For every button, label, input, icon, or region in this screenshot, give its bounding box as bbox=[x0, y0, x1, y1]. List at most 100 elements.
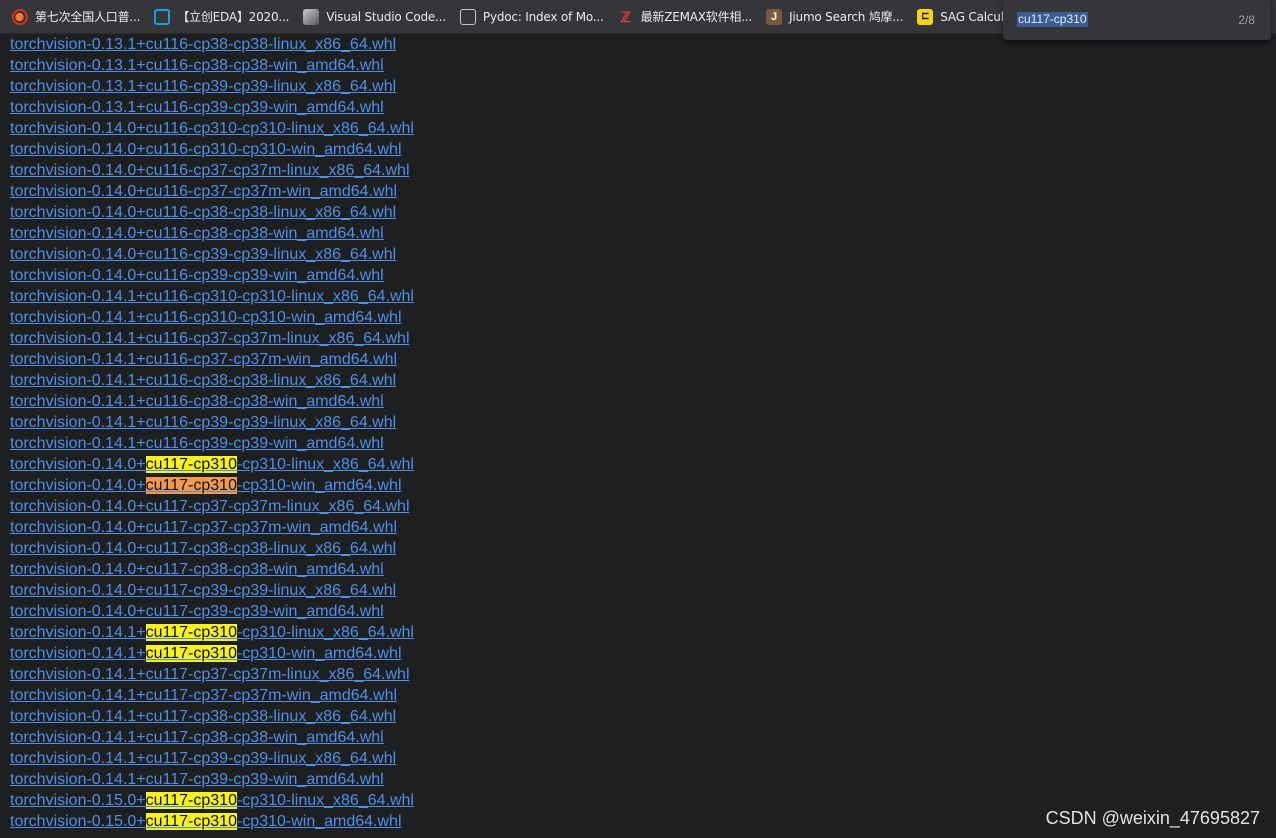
link-text: torchvision-0.14.1+cu116-cp37-cp37m-linu… bbox=[10, 330, 410, 347]
link-text: torchvision-0.14.0+cu116-cp38-cp38-win_a… bbox=[10, 225, 384, 242]
link-text: torchvision-0.14.0+cu116-cp39-cp39-linux… bbox=[10, 246, 397, 263]
list-item: torchvision-0.14.1+cu116-cp310-cp310-win… bbox=[10, 307, 414, 328]
file-link[interactable]: torchvision-0.14.0+cu116-cp37-cp37m-linu… bbox=[10, 162, 410, 179]
file-link[interactable]: torchvision-0.14.1+cu116-cp39-cp39-win_a… bbox=[10, 435, 384, 452]
bookmark-label: 【立创EDA】2020... bbox=[177, 10, 290, 24]
file-link[interactable]: torchvision-0.14.1+cu116-cp38-cp38-linux… bbox=[10, 372, 396, 389]
file-link[interactable]: torchvision-0.14.1+cu117-cp310-cp310-lin… bbox=[10, 624, 414, 641]
document-icon bbox=[459, 8, 476, 25]
file-link[interactable]: torchvision-0.14.0+cu117-cp37-cp37m-win_… bbox=[10, 519, 397, 536]
file-link[interactable]: torchvision-0.14.0+cu117-cp38-cp38-win_a… bbox=[10, 561, 384, 578]
list-item: torchvision-0.14.1+cu117-cp37-cp37m-linu… bbox=[10, 664, 414, 685]
list-item: torchvision-0.14.0+cu117-cp39-cp39-linux… bbox=[10, 580, 414, 601]
file-link[interactable]: torchvision-0.14.0+cu116-cp310-cp310-lin… bbox=[10, 120, 414, 137]
file-link[interactable]: torchvision-0.13.1+cu116-cp39-cp39-win_a… bbox=[10, 99, 384, 116]
file-link[interactable]: torchvision-0.14.0+cu117-cp39-cp39-win_a… bbox=[10, 603, 384, 620]
file-link[interactable]: torchvision-0.14.1+cu117-cp37-cp37m-linu… bbox=[10, 666, 410, 683]
active-search-match: cu117-cp310 bbox=[145, 477, 237, 494]
file-link[interactable]: torchvision-0.14.1+cu117-cp38-cp38-win_a… bbox=[10, 729, 384, 746]
list-item: torchvision-0.13.1+cu116-cp38-cp38-linux… bbox=[10, 34, 414, 55]
file-link[interactable]: torchvision-0.14.0+cu117-cp310-cp310-win… bbox=[10, 477, 402, 494]
file-link[interactable]: torchvision-0.14.0+cu117-cp310-cp310-lin… bbox=[10, 456, 414, 473]
file-link[interactable]: torchvision-0.14.1+cu117-cp39-cp39-linux… bbox=[10, 750, 396, 767]
bookmark-lceda[interactable]: 【立创EDA】2020... bbox=[154, 0, 289, 34]
list-item: torchvision-0.14.1+cu117-cp39-cp39-linux… bbox=[10, 748, 414, 769]
file-link[interactable]: torchvision-0.14.1+cu116-cp37-cp37m-win_… bbox=[10, 351, 397, 368]
link-text: torchvision-0.14.1+cu116-cp38-cp38-linux… bbox=[10, 372, 397, 389]
bookmark-census[interactable]: 第七次全国人口普... bbox=[12, 0, 140, 34]
list-item: torchvision-0.14.1+cu117-cp38-cp38-linux… bbox=[10, 706, 414, 727]
find-in-page-bar: cu117-cp310 2/8 bbox=[1003, 0, 1271, 40]
file-link[interactable]: torchvision-0.14.0+cu117-cp39-cp39-linux… bbox=[10, 582, 396, 599]
file-link[interactable]: torchvision-0.15.0+cu117-cp310-cp310-win… bbox=[10, 813, 402, 830]
link-text: torchvision-0.14.0+cu116-cp38-cp38-linux… bbox=[10, 204, 397, 221]
link-text: torchvision-0.14.1+cu116-cp310-cp310-win… bbox=[10, 309, 402, 326]
file-link[interactable]: torchvision-0.14.0+cu116-cp38-cp38-linux… bbox=[10, 204, 396, 221]
file-link[interactable]: torchvision-0.14.1+cu117-cp37-cp37m-win_… bbox=[10, 687, 397, 704]
list-item: torchvision-0.14.0+cu117-cp38-cp38-linux… bbox=[10, 538, 414, 559]
link-text: torchvision-0.14.1+cu117-cp37-cp37m-linu… bbox=[10, 666, 410, 683]
list-item: torchvision-0.14.1+cu116-cp37-cp37m-win_… bbox=[10, 349, 414, 370]
link-text: torchvision-0.14.1+cu117-cp38-cp38-linux… bbox=[10, 708, 397, 725]
file-link[interactable]: torchvision-0.15.0+cu117-cp310-cp310-lin… bbox=[10, 792, 414, 809]
red-flower-icon bbox=[12, 8, 28, 25]
link-text: torchvision-0.14.0+cu116-cp37-cp37m-win_… bbox=[10, 183, 398, 200]
link-text: torchvision-0.13.1+cu116-cp38-cp38-linux… bbox=[10, 36, 397, 53]
list-item: torchvision-0.14.0+cu116-cp37-cp37m-linu… bbox=[10, 160, 414, 181]
list-item: torchvision-0.15.0+cu117-cp310-cp310-win… bbox=[10, 811, 414, 832]
link-text: torchvision-0.14.0+cu116-cp37-cp37m-linu… bbox=[10, 162, 410, 179]
list-item: torchvision-0.14.1+cu117-cp37-cp37m-win_… bbox=[10, 685, 414, 706]
list-item: torchvision-0.14.1+cu117-cp39-cp39-win_a… bbox=[10, 769, 414, 790]
bookmark-pydoc[interactable]: Pydoc: Index of Mo... bbox=[459, 0, 604, 34]
list-item: torchvision-0.14.0+cu116-cp38-cp38-linux… bbox=[10, 202, 414, 223]
search-match: cu117-cp310 bbox=[145, 624, 237, 641]
list-item: torchvision-0.14.1+cu117-cp38-cp38-win_a… bbox=[10, 727, 414, 748]
file-link[interactable]: torchvision-0.14.0+cu117-cp38-cp38-linux… bbox=[10, 540, 396, 557]
bookmark-vscode[interactable]: Visual Studio Code... bbox=[303, 0, 446, 34]
list-item: torchvision-0.14.1+cu117-cp310-cp310-lin… bbox=[10, 622, 414, 643]
file-link[interactable]: torchvision-0.14.0+cu116-cp310-cp310-win… bbox=[10, 141, 402, 158]
list-item: torchvision-0.14.1+cu117-cp310-cp310-win… bbox=[10, 643, 414, 664]
link-text: torchvision-0.14.0+cu116-cp310-cp310-win… bbox=[10, 141, 402, 158]
file-link[interactable]: torchvision-0.14.1+cu116-cp310-cp310-lin… bbox=[10, 288, 414, 305]
file-link[interactable]: torchvision-0.14.0+cu116-cp38-cp38-win_a… bbox=[10, 225, 384, 242]
link-text: torchvision-0.14.0+cu116-cp310-cp310-lin… bbox=[10, 120, 414, 137]
bookmark-zemax[interactable]: ℤ 最新ZEMAX软件相... bbox=[618, 0, 752, 34]
jiumo-j-icon: J bbox=[766, 8, 783, 25]
file-link[interactable]: torchvision-0.13.1+cu116-cp38-cp38-linux… bbox=[10, 36, 396, 53]
link-text: -cp310-linux_x86_64.whl bbox=[236, 792, 414, 809]
file-link[interactable]: torchvision-0.14.1+cu116-cp37-cp37m-linu… bbox=[10, 330, 410, 347]
file-link[interactable]: torchvision-0.14.1+cu117-cp310-cp310-win… bbox=[10, 645, 402, 662]
file-link-list: torchvision-0.13.1+cu116-cp38-cp38-linux… bbox=[10, 34, 414, 832]
link-text: torchvision-0.14.0+cu117-cp38-cp38-linux… bbox=[10, 540, 397, 557]
file-link[interactable]: torchvision-0.14.1+cu116-cp39-cp39-linux… bbox=[10, 414, 396, 431]
link-text: torchvision-0.14.0+cu117-cp38-cp38-win_a… bbox=[10, 561, 384, 578]
list-item: torchvision-0.14.0+cu117-cp310-cp310-win… bbox=[10, 475, 414, 496]
link-text: torchvision-0.14.0+cu117-cp37-cp37m-win_… bbox=[10, 519, 398, 536]
list-item: torchvision-0.14.1+cu116-cp38-cp38-win_a… bbox=[10, 391, 414, 412]
link-text: -cp310-linux_x86_64.whl bbox=[236, 456, 414, 473]
link-text: -cp310-linux_x86_64.whl bbox=[236, 624, 414, 641]
file-link[interactable]: torchvision-0.13.1+cu116-cp38-cp38-win_a… bbox=[10, 57, 384, 74]
search-match: cu117-cp310 bbox=[145, 456, 237, 473]
list-item: torchvision-0.14.0+cu116-cp310-cp310-lin… bbox=[10, 118, 414, 139]
link-text: -cp310-win_amd64.whl bbox=[236, 477, 402, 494]
file-link[interactable]: torchvision-0.14.0+cu116-cp39-cp39-linux… bbox=[10, 246, 396, 263]
file-link[interactable]: torchvision-0.14.1+cu117-cp39-cp39-win_a… bbox=[10, 771, 384, 788]
list-item: torchvision-0.14.1+cu116-cp38-cp38-linux… bbox=[10, 370, 414, 391]
bookmark-jiumo[interactable]: J Jiumo Search 鸠摩... bbox=[766, 0, 903, 34]
search-match: cu117-cp310 bbox=[145, 792, 237, 809]
file-link[interactable]: torchvision-0.14.0+cu116-cp37-cp37m-win_… bbox=[10, 183, 397, 200]
file-link[interactable]: torchvision-0.13.1+cu116-cp39-cp39-linux… bbox=[10, 78, 396, 95]
file-link[interactable]: torchvision-0.14.0+cu117-cp37-cp37m-linu… bbox=[10, 498, 410, 515]
file-link[interactable]: torchvision-0.14.0+cu116-cp39-cp39-win_a… bbox=[10, 267, 384, 284]
link-text: torchvision-0.14.1+cu116-cp39-cp39-win_a… bbox=[10, 435, 384, 452]
find-input[interactable]: cu117-cp310 bbox=[1017, 12, 1088, 27]
file-link[interactable]: torchvision-0.14.1+cu117-cp38-cp38-linux… bbox=[10, 708, 396, 725]
file-link[interactable]: torchvision-0.14.1+cu116-cp38-cp38-win_a… bbox=[10, 393, 384, 410]
file-link[interactable]: torchvision-0.14.1+cu116-cp310-cp310-win… bbox=[10, 309, 402, 326]
list-item: torchvision-0.14.1+cu116-cp37-cp37m-linu… bbox=[10, 328, 414, 349]
list-item: torchvision-0.14.0+cu117-cp38-cp38-win_a… bbox=[10, 559, 414, 580]
list-item: torchvision-0.14.0+cu116-cp310-cp310-win… bbox=[10, 139, 414, 160]
link-text: torchvision-0.15.0+ bbox=[10, 813, 146, 830]
